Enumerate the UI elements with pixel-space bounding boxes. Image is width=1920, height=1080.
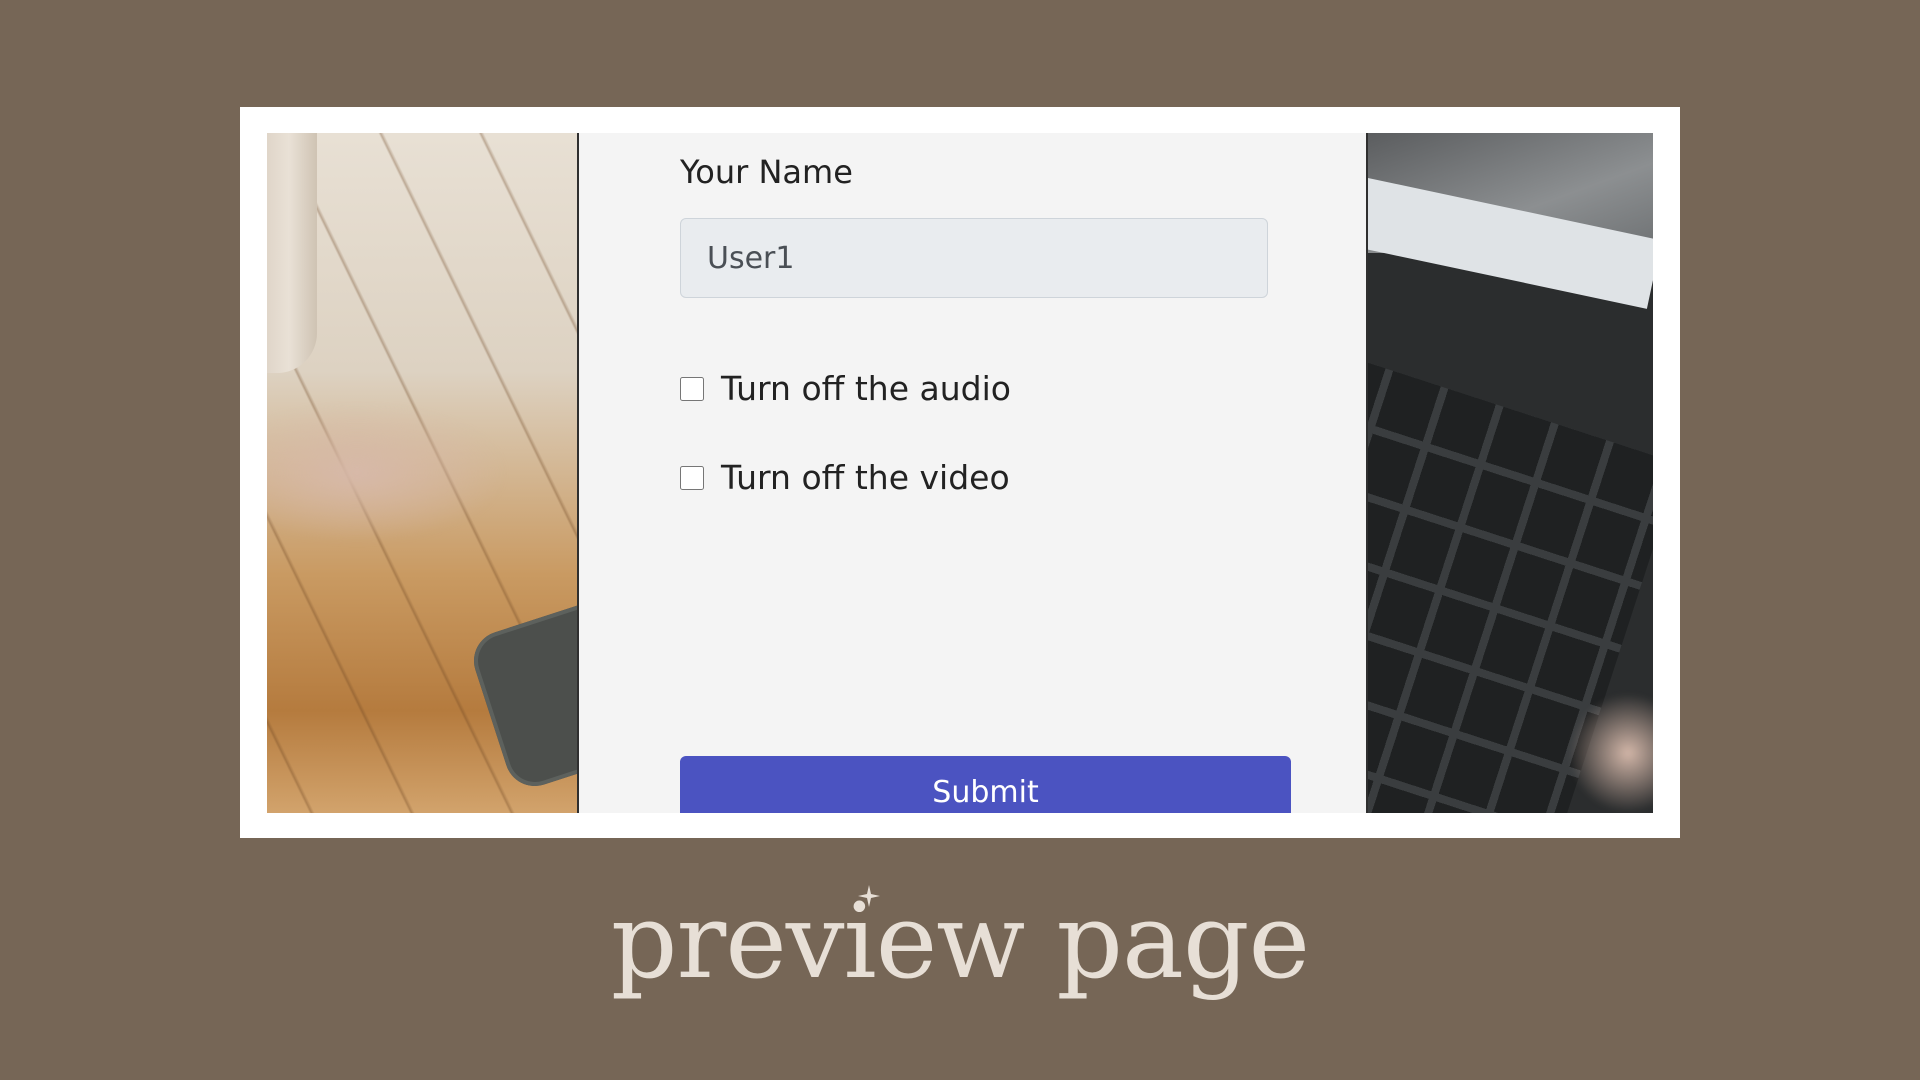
divider-left xyxy=(577,133,579,813)
video-label: Turn off the video xyxy=(721,458,1010,497)
join-form: Your Name Turn off the audio Turn off th… xyxy=(680,133,1300,813)
hand-blur xyxy=(267,403,507,543)
audio-option[interactable]: Turn off the audio xyxy=(680,369,1011,408)
video-checkbox[interactable] xyxy=(680,465,704,490)
audio-checkbox[interactable] xyxy=(680,376,704,401)
submit-button[interactable]: Submit xyxy=(680,756,1291,813)
video-option[interactable]: Turn off the video xyxy=(680,458,1010,497)
cup-shape xyxy=(267,133,317,373)
name-label: Your Name xyxy=(680,153,853,191)
tablet-corner xyxy=(466,592,577,794)
name-input[interactable] xyxy=(680,218,1268,298)
finger-blur xyxy=(1568,693,1653,813)
audio-label: Turn off the audio xyxy=(721,369,1011,408)
desk-photo-left xyxy=(267,133,577,813)
laptop-photo-right xyxy=(1368,133,1653,813)
preview-frame: Your Name Turn off the audio Turn off th… xyxy=(240,107,1680,838)
app-screen: Your Name Turn off the audio Turn off th… xyxy=(267,133,1653,813)
caption-title: preview page xyxy=(610,880,1310,1002)
